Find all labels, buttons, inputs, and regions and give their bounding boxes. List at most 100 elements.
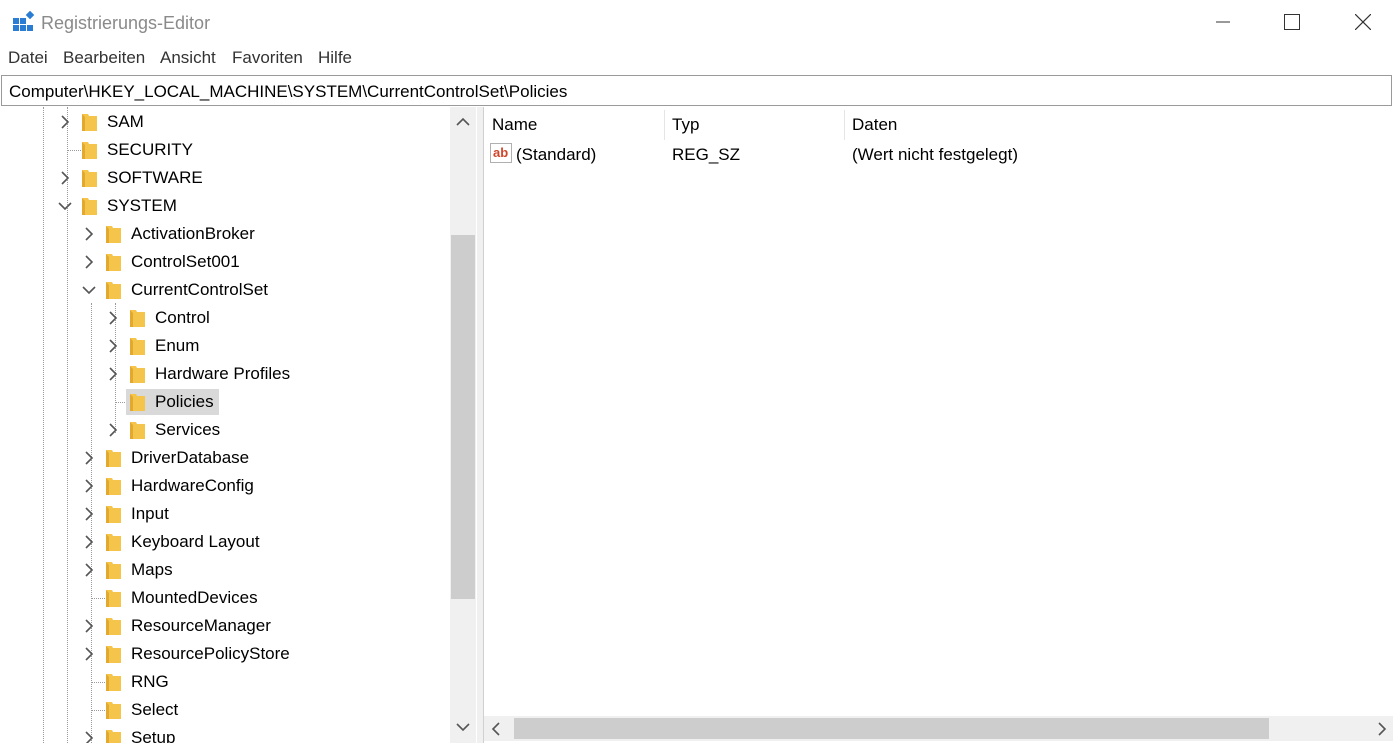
tree-node[interactable]: SECURITY: [0, 137, 450, 163]
tree-node[interactable]: HardwareConfig: [0, 473, 450, 499]
chevron-right-icon[interactable]: [81, 450, 97, 466]
chevron-down-icon[interactable]: [81, 282, 97, 298]
tree-node[interactable]: Enum: [0, 333, 450, 359]
maximize-icon: [1284, 14, 1300, 30]
chevron-right-icon[interactable]: [81, 254, 97, 270]
tree-node[interactable]: Maps: [0, 557, 450, 583]
menu-favoriten[interactable]: Favoriten: [232, 48, 303, 68]
tree-node-label: SECURITY: [107, 140, 193, 159]
tree-node[interactable]: Select: [0, 697, 450, 723]
tree-node[interactable]: SYSTEM: [0, 193, 450, 219]
list-horizontal-scrollbar[interactable]: [484, 716, 1393, 741]
folder-icon: [106, 702, 121, 719]
chevron-right-icon[interactable]: [81, 506, 97, 522]
chevron-right-icon[interactable]: [57, 114, 73, 130]
folder-icon: [106, 618, 121, 635]
chevron-right-icon[interactable]: [105, 310, 121, 326]
menu-ansicht[interactable]: Ansicht: [160, 48, 216, 68]
folder-icon: [106, 674, 121, 691]
folder-icon: [106, 562, 121, 579]
tree-vertical-scrollbar[interactable]: [450, 107, 476, 743]
tree-node[interactable]: ResourceManager: [0, 613, 450, 639]
tree-node[interactable]: Control: [0, 305, 450, 331]
column-header-type[interactable]: Typ: [672, 115, 699, 135]
chevron-right-icon[interactable]: [81, 618, 97, 634]
key-tree: SAM SECURITY SOFTWARE SYSTEM ActivationBroke…: [0, 107, 477, 743]
tree-node-label: Services: [155, 420, 221, 439]
scroll-up-icon[interactable]: [456, 117, 470, 127]
list-scroll-thumb[interactable]: [514, 718, 1269, 739]
tree-node-label: Select: [131, 700, 179, 719]
folder-icon: [106, 590, 121, 607]
column-divider[interactable]: [844, 110, 845, 140]
tree-node[interactable]: SAM: [0, 109, 450, 135]
svg-text:ab: ab: [493, 145, 508, 160]
address-bar[interactable]: Computer\HKEY_LOCAL_MACHINE\SYSTEM\Curre…: [1, 75, 1392, 106]
chevron-right-icon[interactable]: [81, 646, 97, 662]
value-name: (Standard): [516, 145, 597, 164]
tree-node-label: ResourcePolicyStore: [131, 644, 290, 663]
tree-node-label: ResourceManager: [131, 616, 271, 635]
tree-node-label: Policies: [155, 392, 214, 411]
column-header-name[interactable]: Name: [492, 115, 537, 135]
tree-node[interactable]: Setup: [0, 725, 450, 743]
tree-node-label: Setup: [131, 728, 176, 743]
tree-node[interactable]: ResourcePolicyStore: [0, 641, 450, 667]
tree-node[interactable]: Input: [0, 501, 450, 527]
tree-node[interactable]: CurrentControlSet: [0, 277, 450, 303]
value-type: REG_SZ: [672, 145, 741, 164]
chevron-right-icon[interactable]: [105, 366, 121, 382]
minimize-button[interactable]: [1193, 0, 1253, 44]
tree-node-label: SOFTWARE: [107, 168, 203, 187]
folder-icon: [106, 450, 121, 467]
tree-node[interactable]: RNG: [0, 669, 450, 695]
scroll-left-icon[interactable]: [491, 722, 501, 736]
value-list: Name Typ Daten ab (Standard) REG_SZ (Wer…: [483, 107, 1393, 743]
tree-node[interactable]: DriverDatabase: [0, 445, 450, 471]
column-divider[interactable]: [664, 110, 665, 140]
close-icon: [1355, 14, 1371, 30]
folder-icon: [130, 422, 145, 439]
folder-icon: [106, 282, 121, 299]
tree-node-label: Control: [155, 308, 210, 327]
tree-node[interactable]: Keyboard Layout: [0, 529, 450, 555]
chevron-right-icon[interactable]: [105, 338, 121, 354]
title-bar: Registrierungs-Editor: [0, 0, 1393, 44]
menu-hilfe[interactable]: Hilfe: [318, 48, 352, 68]
tree-node[interactable]: ActivationBroker: [0, 221, 450, 247]
maximize-button[interactable]: [1262, 0, 1322, 44]
string-value-icon: ab: [490, 143, 512, 163]
chevron-right-icon[interactable]: [105, 422, 121, 438]
chevron-right-icon[interactable]: [81, 562, 97, 578]
chevron-right-icon[interactable]: [57, 170, 73, 186]
folder-icon: [82, 198, 97, 215]
folder-icon: [82, 114, 97, 131]
close-button[interactable]: [1333, 0, 1393, 44]
chevron-right-icon[interactable]: [81, 730, 97, 743]
tree-scroll-thumb[interactable]: [451, 235, 475, 599]
tree-node[interactable]: Services: [0, 417, 450, 443]
address-path[interactable]: Computer\HKEY_LOCAL_MACHINE\SYSTEM\Curre…: [9, 82, 567, 102]
tree-node[interactable]: SOFTWARE: [0, 165, 450, 191]
tree-node-label: ControlSet001: [131, 252, 240, 271]
regedit-app-icon: [13, 11, 35, 31]
tree-node-label: Hardware Profiles: [155, 364, 291, 383]
folder-icon: [130, 310, 145, 327]
chevron-right-icon[interactable]: [81, 478, 97, 494]
folder-icon: [130, 338, 145, 355]
menu-datei[interactable]: Datei: [8, 48, 48, 68]
tree-node[interactable]: Hardware Profiles: [0, 361, 450, 387]
menu-bearbeiten[interactable]: Bearbeiten: [63, 48, 145, 68]
tree-node-label: Maps: [131, 560, 173, 579]
scroll-down-icon[interactable]: [456, 722, 470, 732]
folder-icon: [106, 254, 121, 271]
tree-node[interactable]: Policies: [0, 389, 450, 415]
window-title: Registrierungs-Editor: [41, 13, 211, 33]
scroll-right-icon[interactable]: [1377, 722, 1387, 736]
column-header-data[interactable]: Daten: [852, 115, 897, 135]
tree-node[interactable]: MountedDevices: [0, 585, 450, 611]
chevron-down-icon[interactable]: [57, 198, 73, 214]
tree-node[interactable]: ControlSet001: [0, 249, 450, 275]
chevron-right-icon[interactable]: [81, 534, 97, 550]
chevron-right-icon[interactable]: [81, 226, 97, 242]
